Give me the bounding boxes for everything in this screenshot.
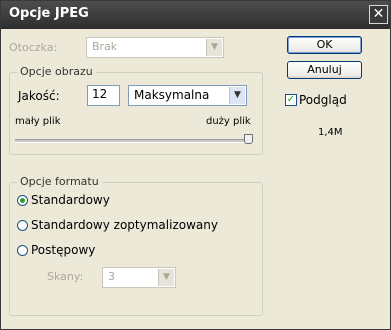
scans-select[interactable]: 3 ▼ [102, 267, 176, 288]
radio-progressive[interactable] [17, 245, 28, 256]
preview-checkbox[interactable]: ✓ [285, 94, 297, 106]
dialog-title: Opcje JPEG [9, 6, 89, 21]
chevron-down-icon: ▼ [206, 39, 222, 56]
chevron-down-icon: ▼ [158, 269, 174, 286]
matte-label: Otoczka: [9, 41, 58, 54]
matte-value: Brak [92, 40, 118, 53]
radio-standard-optimized[interactable] [17, 220, 28, 231]
jpeg-options-dialog: Opcje JPEG ✕ Otoczka: Brak ▼ Opcje obraz… [0, 0, 391, 330]
quality-preset-select[interactable]: Maksymalna ▼ [128, 85, 247, 106]
radio-standard-label[interactable]: Standardowy [31, 193, 110, 207]
file-size-readout: 1,4M [318, 127, 343, 138]
image-options-legend: Opcje obrazu [17, 65, 96, 78]
matte-select[interactable]: Brak ▼ [86, 37, 224, 58]
radio-standard-optimized-label[interactable]: Standardowy zoptymalizowany [31, 218, 218, 232]
chevron-down-icon: ▼ [229, 87, 245, 104]
quality-preset-value: Maksymalna [134, 88, 210, 102]
preview-label[interactable]: Podgląd [299, 93, 347, 107]
radio-progressive-label[interactable]: Postępowy [31, 243, 95, 257]
scans-value: 3 [108, 270, 115, 283]
large-file-label: duży plik [206, 116, 251, 127]
close-button[interactable]: ✕ [369, 5, 388, 24]
close-icon: ✕ [372, 6, 385, 22]
scans-label: Skany: [47, 270, 84, 283]
quality-value: 12 [92, 87, 108, 101]
quality-input[interactable]: 12 [87, 85, 120, 106]
title-bar: Opcje JPEG ✕ [1, 1, 390, 29]
format-options-legend: Opcje formatu [17, 175, 102, 188]
ok-button[interactable]: OK [287, 36, 362, 54]
checkmark-icon: ✓ [286, 94, 296, 105]
quality-slider-thumb[interactable] [244, 134, 253, 144]
radio-standard[interactable] [17, 195, 28, 206]
cancel-button[interactable]: Anuluj [287, 61, 362, 79]
quality-label: Jakość: [18, 89, 60, 103]
radio-dot [20, 198, 25, 203]
small-file-label: mały plik [15, 116, 61, 127]
quality-slider-track[interactable] [15, 139, 253, 143]
